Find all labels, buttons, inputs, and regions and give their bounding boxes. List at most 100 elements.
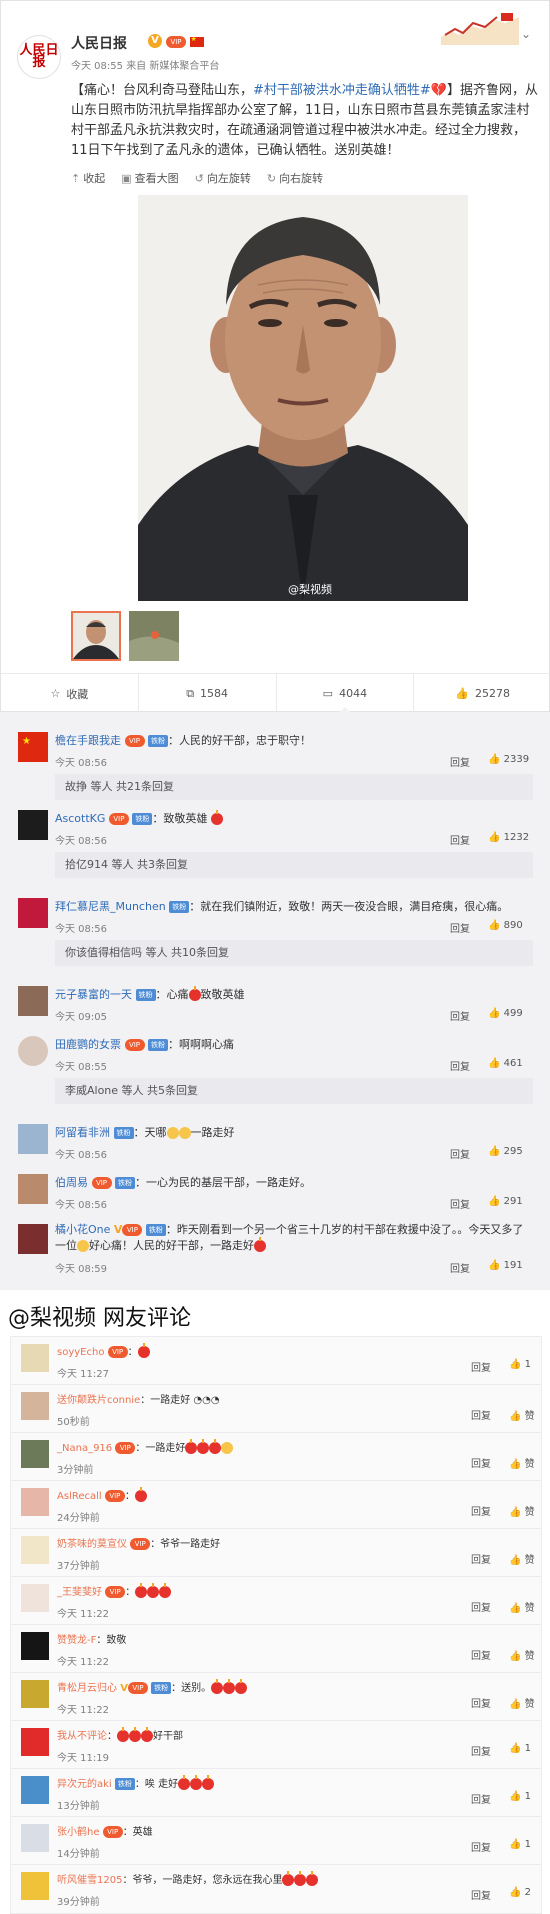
repost-button[interactable]: ⧉ 1584 <box>139 674 277 713</box>
chevron-down-icon[interactable]: ⌄ <box>521 27 531 41</box>
rotate-left-button[interactable]: ↺ 向左旋转 <box>195 170 251 186</box>
comment-like-button[interactable]: 👍 赞 <box>509 1551 535 1566</box>
commenter-avatar[interactable] <box>18 898 48 928</box>
favorite-button[interactable]: ☆ 收藏 <box>1 674 139 713</box>
reply-button[interactable]: 回复 <box>471 1551 491 1566</box>
commenter-avatar[interactable] <box>18 986 48 1016</box>
commenter-avatar[interactable] <box>21 1632 49 1660</box>
reply-button[interactable]: 回复 <box>471 1887 491 1902</box>
commenter-name[interactable]: 我从不评论 <box>57 1731 107 1742</box>
commenter-avatar[interactable] <box>21 1536 49 1564</box>
view-large-button[interactable]: ▣ 查看大图 <box>121 170 178 186</box>
commenter-name[interactable]: 送你颠跌片connie <box>57 1395 140 1406</box>
comment-like-button[interactable]: 👍 赞 <box>509 1455 535 1470</box>
comment-like-button[interactable]: 👍 1232 <box>488 832 529 843</box>
reply-button[interactable]: 回复 <box>471 1839 491 1854</box>
commenter-avatar[interactable] <box>21 1344 49 1372</box>
commenter-name[interactable]: 异次元的aki <box>57 1779 112 1790</box>
reply-button[interactable]: 回复 <box>471 1359 491 1374</box>
commenter-name[interactable]: 奶茶味的莫宣仪 <box>57 1539 127 1550</box>
reply-button[interactable]: 回复 <box>471 1455 491 1470</box>
like-button[interactable]: 👍 25278 <box>414 674 550 713</box>
post-username[interactable]: 人民日报 <box>71 33 127 53</box>
commenter-name[interactable]: 张小鹤he <box>57 1827 100 1838</box>
sub-reply-summary[interactable]: 李威Alone 等人 共5条回复 <box>55 1078 533 1104</box>
comment-like-button[interactable]: 👍 890 <box>488 920 523 931</box>
comment-like-button[interactable]: 👍 赞 <box>509 1599 535 1614</box>
sub-reply-summary[interactable]: 你该值得相信吗 等人 共10条回复 <box>55 940 533 966</box>
commenter-name[interactable]: 阿留看非洲 <box>55 1126 110 1139</box>
reply-button[interactable]: 回复 <box>450 1008 470 1023</box>
portrait-photo[interactable]: @梨视频 <box>138 195 468 601</box>
commenter-avatar[interactable] <box>18 1036 48 1066</box>
sub-reply-summary[interactable]: 故挣 等人 共21条回复 <box>55 774 533 800</box>
reply-button[interactable]: 回复 <box>450 754 470 769</box>
comment-like-button[interactable]: 👍 2 <box>509 1887 531 1898</box>
commenter-name[interactable]: 田鹿鹦的女票 <box>55 1038 121 1051</box>
reply-button[interactable]: 回复 <box>450 1196 470 1211</box>
commenter-name[interactable]: 赞赞龙-F <box>57 1635 96 1646</box>
commenter-name[interactable]: 伯周易 <box>55 1176 88 1189</box>
commenter-name[interactable]: soyyEcho <box>57 1347 104 1358</box>
thumbnail-portrait[interactable] <box>71 611 121 661</box>
commenter-avatar[interactable]: ★ <box>18 732 48 762</box>
reply-button[interactable]: 回复 <box>471 1743 491 1758</box>
comment-like-button[interactable]: 👍 2339 <box>488 754 529 765</box>
commenter-name[interactable]: AscottKG <box>55 812 105 825</box>
commenter-avatar[interactable] <box>21 1488 49 1516</box>
commenter-name[interactable]: _王斐斐好 <box>57 1587 102 1598</box>
reply-button[interactable]: 回复 <box>450 832 470 847</box>
commenter-name[interactable]: AslRecall <box>57 1491 102 1502</box>
comment-like-button[interactable]: 👍 291 <box>488 1196 523 1207</box>
commenter-avatar[interactable] <box>21 1824 49 1852</box>
reply-button[interactable]: 回复 <box>471 1599 491 1614</box>
reply-button[interactable]: 回复 <box>450 1146 470 1161</box>
comment-like-button[interactable]: 👍 赞 <box>509 1407 535 1422</box>
comment-like-button[interactable]: 👍 499 <box>488 1008 523 1019</box>
commenter-avatar[interactable] <box>21 1776 49 1804</box>
reply-button[interactable]: 回复 <box>450 920 470 935</box>
reply-button[interactable]: 回复 <box>450 1058 470 1073</box>
commenter-name[interactable]: 元子暴富的一天 <box>55 988 132 1001</box>
comment-like-button[interactable]: 👍 295 <box>488 1146 523 1157</box>
reply-button[interactable]: 回复 <box>471 1503 491 1518</box>
thumbnail-scene[interactable] <box>129 611 179 661</box>
comment-like-button[interactable]: 👍 1 <box>509 1743 531 1754</box>
comment-like-button[interactable]: 👍 1 <box>509 1359 531 1370</box>
collapse-button[interactable]: ⇡ 收起 <box>71 170 105 186</box>
commenter-name[interactable]: 拜仁慕尼黑_Munchen <box>55 900 166 913</box>
commenter-avatar[interactable] <box>21 1584 49 1612</box>
commenter-avatar[interactable] <box>18 1124 48 1154</box>
comment-button[interactable]: ▭ 4044 <box>277 674 415 713</box>
sub-reply-summary[interactable]: 拾亿914 等人 共3条回复 <box>55 852 533 878</box>
topic-link[interactable]: #村干部被洪水冲走确认牺牲# <box>253 83 431 98</box>
reply-button[interactable]: 回复 <box>471 1695 491 1710</box>
commenter-name[interactable]: 檐在手跟我走 <box>55 734 121 747</box>
commenter-avatar[interactable] <box>18 1174 48 1204</box>
commenter-avatar[interactable] <box>18 810 48 840</box>
commenter-avatar[interactable] <box>21 1440 49 1468</box>
commenter-avatar[interactable] <box>21 1728 49 1756</box>
post-time[interactable]: 今天 08:55 <box>71 61 123 72</box>
reply-button[interactable]: 回复 <box>471 1647 491 1662</box>
commenter-avatar[interactable] <box>21 1680 49 1708</box>
commenter-avatar[interactable] <box>21 1392 49 1420</box>
renmin-ribao-avatar[interactable]: 人民日报 <box>17 35 61 79</box>
reply-button[interactable]: 回复 <box>471 1407 491 1422</box>
comment-like-button[interactable]: 👍 461 <box>488 1058 523 1069</box>
commenter-avatar[interactable] <box>21 1872 49 1900</box>
comment-like-button[interactable]: 👍 赞 <box>509 1503 535 1518</box>
commenter-name[interactable]: 听风催雪1205 <box>57 1875 122 1886</box>
commenter-avatar[interactable] <box>18 1224 48 1254</box>
comment-like-button[interactable]: 👍 赞 <box>509 1695 535 1710</box>
comment-like-button[interactable]: 👍 1 <box>509 1791 531 1802</box>
reply-button[interactable]: 回复 <box>471 1791 491 1806</box>
comment-like-button[interactable]: 👍 191 <box>488 1260 523 1271</box>
commenter-name[interactable]: 青松月云归心 <box>57 1683 117 1694</box>
comment-like-button[interactable]: 👍 1 <box>509 1839 531 1850</box>
commenter-name[interactable]: _Nana_916 <box>57 1443 112 1454</box>
commenter-name[interactable]: 橘小花One <box>55 1223 110 1236</box>
rotate-right-button[interactable]: ↻ 向右旋转 <box>267 170 323 186</box>
reply-button[interactable]: 回复 <box>450 1260 470 1275</box>
comment-like-button[interactable]: 👍 赞 <box>509 1647 535 1662</box>
